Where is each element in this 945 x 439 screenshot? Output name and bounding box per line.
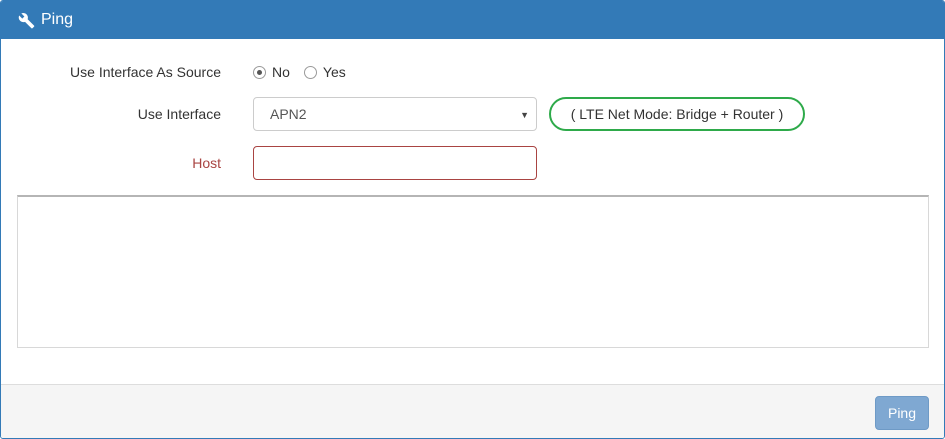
panel-title: Ping xyxy=(41,11,74,28)
radio-no-label: No xyxy=(272,64,290,80)
panel-heading: Ping xyxy=(1,1,944,39)
source-row: Use Interface As Source No Yes xyxy=(1,61,944,83)
interface-select[interactable]: APN2 ▼ xyxy=(253,97,537,131)
host-label: Host xyxy=(192,155,221,171)
source-radio-group: No Yes xyxy=(253,64,360,80)
host-input[interactable] xyxy=(253,146,537,180)
ping-panel: Ping Use Interface As Source No Yes Use … xyxy=(0,0,945,439)
interface-row: Use Interface APN2 ▼ ( LTE Net Mode: Bri… xyxy=(1,97,944,131)
radio-yes-label: Yes xyxy=(322,64,346,80)
radio-yes[interactable]: Yes xyxy=(303,64,346,80)
use-interface-label: Use Interface xyxy=(137,106,221,122)
ping-output[interactable] xyxy=(17,195,929,348)
radio-yes-circle[interactable] xyxy=(303,65,317,79)
radio-no-circle[interactable] xyxy=(253,65,266,79)
interface-select-value: APN2 xyxy=(270,106,307,122)
use-interface-as-source-label: Use Interface As Source xyxy=(70,64,221,80)
host-row: Host xyxy=(1,146,944,180)
wrench-icon xyxy=(18,12,35,29)
panel-footer: Ping xyxy=(1,384,944,438)
caret-down-icon: ▼ xyxy=(520,110,529,120)
lte-net-mode-note: ( LTE Net Mode: Bridge + Router ) xyxy=(549,97,805,131)
radio-no[interactable]: No xyxy=(253,64,290,80)
ping-button[interactable]: Ping xyxy=(875,396,929,430)
